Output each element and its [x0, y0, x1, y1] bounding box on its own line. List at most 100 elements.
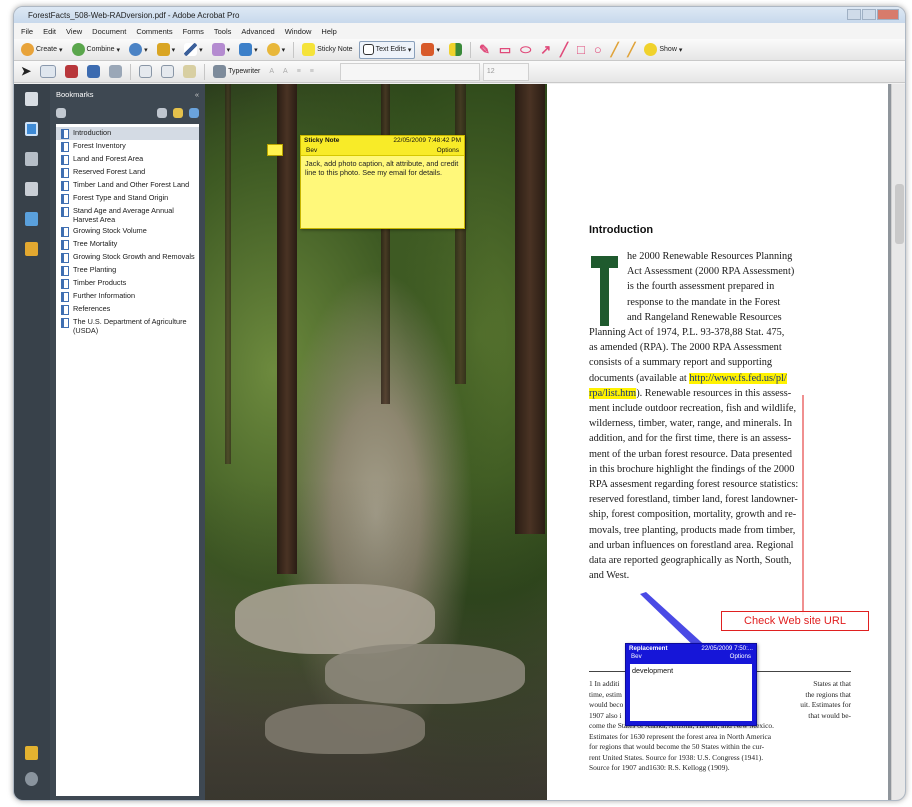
bookmark-item[interactable]: Timber Land and Other Forest Land: [56, 179, 199, 192]
menu-view[interactable]: View: [61, 27, 87, 36]
replace-note-options[interactable]: Options: [730, 653, 751, 661]
replace-text-popup[interactable]: Replacement 22/05/2009 7:50:... Bev Opti…: [625, 643, 757, 726]
pencil-tool[interactable]: ╱: [608, 41, 622, 59]
bookmark-item[interactable]: Stand Age and Average Annual Harvest Are…: [56, 205, 199, 225]
edit-form-tool[interactable]: [180, 63, 199, 81]
bookmark-item[interactable]: References: [56, 303, 199, 316]
stamp-button[interactable]: ▾: [418, 41, 443, 59]
cloud-tool[interactable]: ⬭: [517, 41, 534, 59]
close-button[interactable]: [877, 9, 899, 20]
tags-icon[interactable]: [25, 242, 38, 256]
bookmark-item[interactable]: Growing Stock Growth and Removals: [56, 251, 199, 264]
menu-edit[interactable]: Edit: [38, 27, 61, 36]
typewriter-button[interactable]: Typewriter: [210, 63, 263, 81]
line-spacing-down[interactable]: ≡: [294, 63, 304, 81]
crop-tool[interactable]: [84, 63, 103, 81]
highlight-text-button[interactable]: [446, 41, 465, 59]
pages-icon[interactable]: [25, 92, 38, 106]
text-edits-button[interactable]: Text Edits ▾: [358, 40, 416, 59]
line-tool[interactable]: ╱: [557, 41, 571, 59]
sticky-note-text[interactable]: Jack, add photo caption, alt attribute, …: [301, 156, 464, 180]
touchup-text-tool[interactable]: [37, 63, 59, 81]
collaborate-button[interactable]: ▾: [126, 41, 151, 59]
line-spacing-up[interactable]: ≡: [307, 63, 317, 81]
bookmark-item[interactable]: Forest Type and Stand Origin: [56, 192, 199, 205]
navigation-pane-strip: [14, 84, 50, 800]
bookmark-item[interactable]: The U.S. Department of Agriculture (USDA…: [56, 316, 199, 336]
arrow-tool[interactable]: ↗: [537, 41, 554, 59]
maximize-button[interactable]: [862, 9, 876, 20]
callout-tool[interactable]: ✎: [476, 41, 493, 59]
font-dropdown[interactable]: [339, 62, 480, 81]
sticky-note-button[interactable]: Sticky Note: [299, 41, 355, 59]
bookmark-item[interactable]: Tree Planting: [56, 264, 199, 277]
scrollbar-thumb[interactable]: [895, 184, 904, 244]
bookmark-item[interactable]: Reserved Forest Land: [56, 166, 199, 179]
text-field-tool[interactable]: [158, 63, 177, 81]
page-view-tool[interactable]: [136, 63, 155, 81]
title-bar: ForestFacts_508-Web-RADversion.pdf - Ado…: [14, 7, 905, 23]
oval-tool[interactable]: ○: [591, 41, 605, 59]
sticky-note-icon[interactable]: [267, 144, 283, 156]
new-bookmark-icon[interactable]: [173, 108, 183, 118]
body-line: and Rangeland Renewable Resources: [627, 311, 782, 323]
menu-forms[interactable]: Forms: [178, 27, 209, 36]
vertical-scrollbar[interactable]: [891, 84, 905, 800]
comments-icon[interactable]: [25, 746, 38, 760]
sticky-note-icon: [302, 43, 316, 56]
check-url-callout[interactable]: Check Web site URL: [721, 611, 869, 631]
eraser-tool[interactable]: ╱: [625, 41, 639, 59]
panel-close-icon[interactable]: «: [195, 90, 199, 99]
bookmark-icon: [61, 155, 69, 165]
create-button[interactable]: Create ▾: [18, 41, 66, 59]
bookmark-item[interactable]: Land and Forest Area: [56, 153, 199, 166]
minimize-button[interactable]: [847, 9, 861, 20]
font-size-up[interactable]: A: [280, 63, 291, 81]
expand-bookmark-icon[interactable]: [189, 108, 199, 118]
bookmark-item[interactable]: Introduction: [56, 127, 199, 140]
combine-button[interactable]: Combine ▾: [69, 41, 124, 59]
sticky-note-popup[interactable]: Sticky Note 22/05/2009 7:48:42 PM Bev Op…: [300, 135, 465, 229]
replace-note-text[interactable]: development: [630, 664, 752, 721]
menu-comments[interactable]: Comments: [131, 27, 177, 36]
layers-icon[interactable]: [25, 212, 38, 226]
help-icon[interactable]: [25, 772, 38, 786]
signatures-icon[interactable]: [25, 152, 38, 166]
multimedia-button[interactable]: ▾: [236, 41, 261, 59]
bookmarks-icon[interactable]: [25, 122, 38, 136]
bookmark-item[interactable]: Timber Products: [56, 277, 199, 290]
font-size-dropdown[interactable]: 12: [482, 62, 529, 81]
footnote-line: Estimates for 1630 represent the forest …: [589, 731, 772, 741]
bookmark-item[interactable]: Further Information: [56, 290, 199, 303]
link-tool[interactable]: [106, 63, 125, 81]
touchup-object-tool[interactable]: [62, 63, 81, 81]
show-button[interactable]: Show ▾: [641, 41, 685, 59]
highlighted-url[interactable]: rpa/list.htm: [589, 387, 637, 399]
select-tool[interactable]: ➤: [18, 63, 34, 81]
secure-button[interactable]: ▾: [154, 41, 179, 59]
menu-document[interactable]: Document: [87, 27, 131, 36]
sticky-note-options[interactable]: Options: [437, 147, 459, 155]
menu-file[interactable]: File: [16, 27, 38, 36]
bookmark-item[interactable]: Growing Stock Volume: [56, 225, 199, 238]
menu-help[interactable]: Help: [316, 27, 341, 36]
bookmark-item[interactable]: Tree Mortality: [56, 238, 199, 251]
bookmark-options-icon[interactable]: [56, 108, 66, 118]
menu-advanced[interactable]: Advanced: [236, 27, 279, 36]
bookmark-item[interactable]: Forest Inventory: [56, 140, 199, 153]
touchup-text-icon: [40, 65, 57, 78]
sticky-note-subheader: Bev Options: [301, 147, 464, 156]
highlighted-url[interactable]: http://www.fs.fed.us/pl/: [689, 372, 787, 384]
attachments-icon[interactable]: [25, 182, 38, 196]
text-box-tool[interactable]: ▭: [496, 41, 514, 59]
delete-bookmark-icon[interactable]: [157, 108, 167, 118]
forms-button[interactable]: ▾: [209, 41, 234, 59]
menu-window[interactable]: Window: [280, 27, 317, 36]
font-size-down[interactable]: A: [266, 63, 277, 81]
menu-tools[interactable]: Tools: [209, 27, 237, 36]
bookmark-icon: [61, 129, 69, 139]
sign-button[interactable]: ▾: [181, 41, 206, 59]
review-button[interactable]: ▾: [264, 41, 289, 59]
sticky-note-author: Bev: [306, 147, 318, 154]
rectangle-tool[interactable]: □: [574, 41, 588, 59]
